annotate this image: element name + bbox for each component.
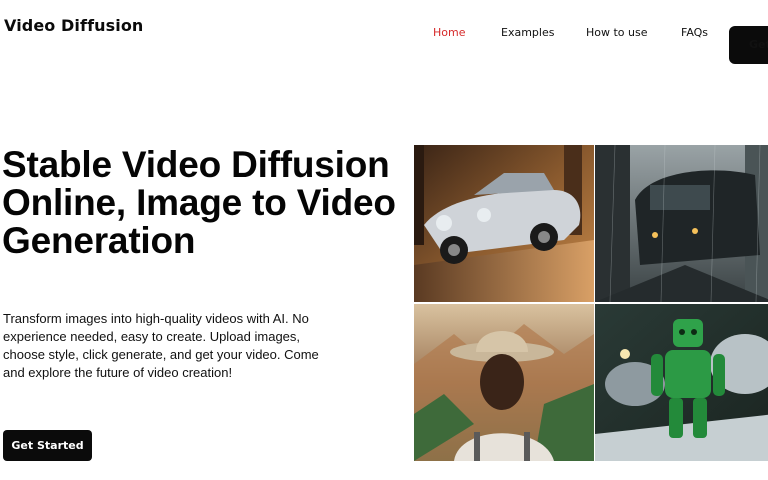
hero-description: Transform images into high-quality video… <box>3 311 319 380</box>
page: Video Diffusion Home Examples How to use… <box>0 0 768 480</box>
train-image <box>595 145 768 302</box>
gallery-image-car <box>414 145 594 302</box>
hero-get-started-button[interactable]: Get Started <box>3 430 92 461</box>
example-gallery <box>414 145 768 461</box>
gallery-image-cowboy <box>414 304 594 461</box>
cowboy-image <box>414 304 594 461</box>
top-nav: Home Examples How to use FAQs Get Starte… <box>0 14 768 64</box>
nav-home[interactable]: Home <box>433 26 465 39</box>
gallery-image-train <box>595 145 768 302</box>
nav-how-to-use[interactable]: How to use <box>586 26 648 39</box>
gallery-image-robot <box>595 304 768 461</box>
car-image <box>414 145 594 302</box>
robot-image <box>595 304 768 461</box>
nav-faqs[interactable]: FAQs <box>681 26 708 39</box>
nav-examples[interactable]: Examples <box>501 26 554 39</box>
hero-title: Stable Video Diffusion Online, Image to … <box>2 144 396 261</box>
header-get-started-button[interactable]: Get Started <box>729 26 768 64</box>
